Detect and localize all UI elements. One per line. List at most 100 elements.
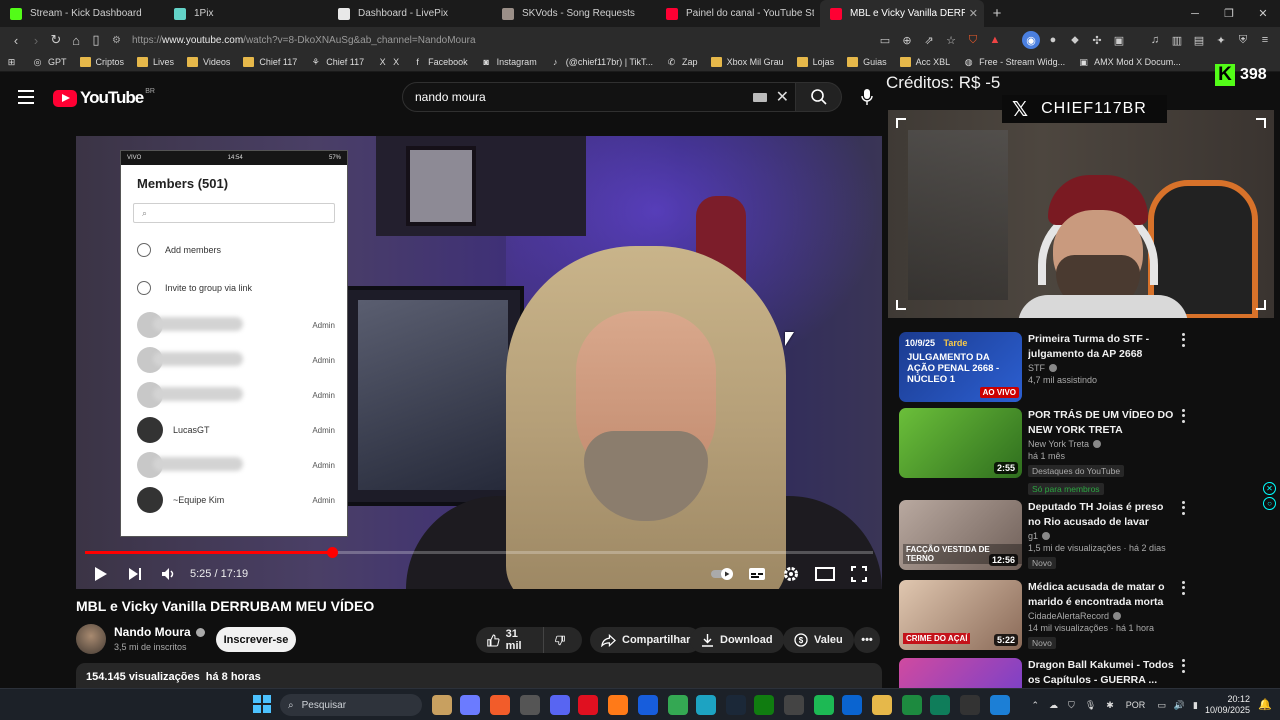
vpn-icon[interactable]: ⛨ [1234, 31, 1252, 49]
bookmark-item[interactable]: XX [377, 57, 400, 67]
system-clock[interactable]: 20:12 10/09/2025 [1205, 694, 1250, 716]
back-icon[interactable]: ‹ [6, 33, 26, 48]
video-thumbnail[interactable]: 2:55 [899, 408, 1022, 478]
download-button[interactable]: Download [690, 627, 784, 653]
excel-icon[interactable] [902, 695, 922, 715]
tray-arrow-icon[interactable]: ⌃ [1032, 700, 1040, 711]
autoplay-toggle[interactable] [706, 558, 740, 589]
video-thumbnail[interactable]: FACÇÃO VESTIDA DE TERNO 12:56 [899, 500, 1022, 570]
channel-name[interactable]: Nando Moura [114, 625, 205, 639]
file-explorer-thumb-icon[interactable] [432, 695, 452, 715]
url-field[interactable]: ⚙ https://www.youtube.com/watch?v=8-DkoX… [112, 30, 922, 50]
bookmark-item[interactable]: Criptos [79, 57, 124, 67]
more-vertical-icon[interactable] [1177, 500, 1189, 516]
bookmark-item[interactable]: ⚘ Chief 117 [310, 57, 364, 68]
bookmark-item[interactable]: ◎ GPT [32, 57, 67, 68]
description-box[interactable]: 154.145 visualizações há 8 horas [76, 663, 882, 688]
more-vertical-icon[interactable] [1177, 580, 1189, 596]
wallet-icon[interactable]: ▤ [1190, 31, 1208, 49]
close-tab-icon[interactable]: ✕ [969, 7, 978, 20]
store-icon[interactable] [784, 695, 804, 715]
bookmark-icon[interactable]: ▯ [86, 32, 106, 48]
voice-search-button[interactable] [852, 84, 882, 110]
reload-icon[interactable]: ↻ [46, 32, 66, 48]
spotify-icon[interactable] [814, 695, 834, 715]
more-actions-button[interactable]: ••• [854, 627, 880, 653]
app-icon[interactable] [520, 695, 540, 715]
keyboard-icon[interactable] [753, 93, 767, 102]
music-icon[interactable]: ♫ [1146, 31, 1164, 49]
close-window-icon[interactable]: ✕ [1246, 7, 1280, 20]
outlook-icon[interactable] [842, 695, 862, 715]
cast-icon[interactable]: ▭ [876, 31, 894, 49]
recommended-video[interactable]: CRIME DO AÇAÍ 5:22 Médica acusada de mat… [899, 580, 1189, 655]
opera-icon[interactable] [578, 695, 598, 715]
site-info-icon[interactable]: ⚙ [112, 35, 126, 46]
bookmark-item[interactable]: Lojas [796, 57, 834, 67]
obs-icon[interactable] [960, 695, 980, 715]
fullscreen-button[interactable] [842, 558, 876, 589]
bluetooth-icon[interactable]: ✱ [1106, 700, 1114, 711]
youtube-logo[interactable]: YouTube BR [53, 88, 155, 108]
avatar[interactable] [76, 624, 106, 654]
browser-tab[interactable]: Stream - Kick Dashboard [0, 0, 164, 27]
bookmark-item[interactable]: Videos [187, 57, 230, 67]
video-thumbnail[interactable]: 10/9/25 Tarde JULGAMENTO DA AÇÃO PENAL 2… [899, 332, 1022, 402]
more-vertical-icon[interactable] [1177, 408, 1189, 424]
bookmark-item[interactable]: Lives [137, 57, 174, 67]
bookmark-item[interactable]: ▣ AMX Mod X Docum... [1078, 57, 1180, 68]
clear-search-icon[interactable]: ✕ [776, 87, 789, 107]
browser-tab[interactable]: SKVods - Song Requests [492, 0, 656, 27]
terminal-icon[interactable] [930, 695, 950, 715]
bookmark-item[interactable]: ♪ (@chief117br) | TikT... [550, 57, 653, 67]
firefox-icon[interactable] [608, 695, 628, 715]
profile-icon[interactable]: ◉ [1022, 31, 1040, 49]
recommended-video[interactable]: 2:55 POR TRÁS DE UM VÍDEO DO NEW YORK TR… [899, 408, 1189, 495]
bookmark-item[interactable]: ◙ Instagram [481, 57, 536, 67]
bookmark-item[interactable]: Chief 117 [243, 57, 297, 67]
brave-shield-icon[interactable]: ⛉ [964, 31, 982, 49]
minimize-icon[interactable]: ─ [1178, 8, 1212, 20]
recommended-video[interactable]: 10/9/25 Tarde JULGAMENTO DA AÇÃO PENAL 2… [899, 332, 1189, 407]
bookmark-item[interactable]: Guias [847, 57, 887, 67]
new-tab-button[interactable]: + [984, 5, 1010, 22]
extension-2-icon[interactable]: ⬥ [1066, 31, 1084, 49]
subtitles-button[interactable] [740, 558, 774, 589]
video-progress-bar[interactable] [85, 547, 873, 558]
bookmark-item[interactable]: Acc XBL [899, 57, 950, 67]
thanks-button[interactable]: $ Valeu [783, 627, 854, 653]
bookmark-item[interactable]: ✆ Zap [666, 57, 698, 68]
apps-icon[interactable]: ⊞ [6, 57, 22, 67]
forward-icon[interactable]: › [26, 33, 46, 48]
browser-tab[interactable]: MBL e Vicky Vanilla DERRUBAM ✕ [820, 0, 984, 27]
windows-start-icon[interactable] [252, 694, 272, 714]
share-button[interactable]: Compartilhar [590, 627, 702, 653]
star-icon[interactable]: ☆ [942, 31, 960, 49]
reader-icon[interactable]: ▥ [1168, 31, 1186, 49]
video-thumbnail[interactable]: CRIME DO AÇAÍ 5:22 [899, 580, 1022, 650]
settings-button[interactable] [774, 558, 808, 589]
browser-tab[interactable]: 1Pix [164, 0, 328, 27]
dislike-button[interactable] [544, 627, 582, 653]
shield-icon[interactable]: ⛉ [1068, 700, 1075, 711]
vpn-icon[interactable] [990, 695, 1010, 715]
more-vertical-icon[interactable] [1177, 658, 1189, 674]
bitwarden-icon[interactable] [638, 695, 658, 715]
subscribe-button[interactable]: Inscrever-se [216, 627, 296, 652]
brave-icon[interactable] [490, 695, 510, 715]
steam-icon[interactable] [726, 695, 746, 715]
browser-tab[interactable]: Dashboard - LivePix [328, 0, 492, 27]
restore-icon[interactable]: ❐ [1212, 7, 1246, 20]
search-button[interactable] [796, 82, 842, 112]
like-button[interactable]: 31 mil [476, 627, 544, 653]
notification-bell-icon[interactable]: 🔔 [1258, 698, 1272, 712]
recommended-video[interactable]: FACÇÃO VESTIDA DE TERNO 12:56 Deputado T… [899, 500, 1189, 575]
next-button[interactable] [118, 558, 152, 589]
leo-icon[interactable]: ✦ [1212, 31, 1230, 49]
home-icon[interactable]: ⌂ [66, 33, 86, 48]
extension-1-icon[interactable]: ● [1044, 31, 1062, 49]
folder-icon[interactable] [872, 695, 892, 715]
share-icon[interactable]: ⇗ [920, 31, 938, 49]
battery-icon[interactable]: ▮ [1193, 700, 1198, 711]
extensions-icon[interactable]: ✣ [1088, 31, 1106, 49]
